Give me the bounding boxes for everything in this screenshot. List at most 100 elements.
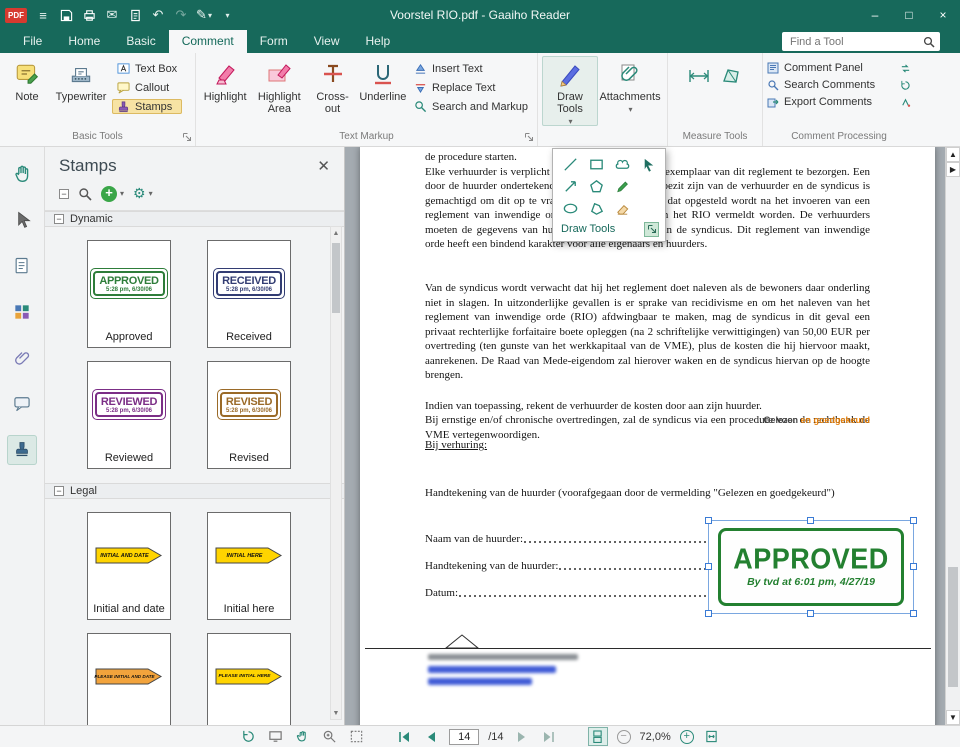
redo-icon[interactable]: ↷ xyxy=(171,5,191,25)
scroll-down-icon[interactable]: ▼ xyxy=(331,707,341,719)
next-page-button[interactable] xyxy=(513,728,531,746)
stamp-item-initial-and-date[interactable]: INITIAL AND DATE Initial and date xyxy=(87,512,171,620)
attachments-button[interactable]: Attachments ▾ xyxy=(598,56,662,114)
find-a-tool-input[interactable] xyxy=(790,35,919,48)
maximize-button[interactable]: □ xyxy=(892,0,926,30)
stamp-item-please-initial-and-date[interactable]: PLEASE INITIAL AND DATE xyxy=(87,633,171,725)
search-stamps-icon[interactable] xyxy=(78,187,92,201)
attach-file-icon[interactable] xyxy=(125,5,145,25)
comment-row-action-icon[interactable] xyxy=(900,80,911,91)
resize-handle-s[interactable] xyxy=(807,610,814,617)
tab-basic[interactable]: Basic xyxy=(113,30,168,53)
approved-stamp[interactable]: APPROVED By tvd at 6:01 pm, 4/27/19 xyxy=(718,528,904,606)
stamp-item-initial-here[interactable]: INITIAL HERE Initial here xyxy=(207,512,291,620)
search-and-markup-button[interactable]: Search and Markup xyxy=(409,99,533,114)
tab-home[interactable]: Home xyxy=(55,30,113,53)
close-panel-icon[interactable]: ✕ xyxy=(317,159,330,174)
expand-right-panel-button[interactable]: ▶ xyxy=(946,162,960,177)
cross-out-button[interactable]: Cross-out xyxy=(308,56,356,115)
resize-handle-n[interactable] xyxy=(807,517,814,524)
draw-tools-launcher-icon[interactable] xyxy=(644,221,659,237)
rotate-view-icon[interactable] xyxy=(239,728,257,746)
email-icon[interactable]: ✉ xyxy=(102,5,122,25)
typewriter-button[interactable]: Typewriter xyxy=(50,56,112,103)
page-number-input[interactable] xyxy=(449,728,480,745)
scrollbar-thumb[interactable] xyxy=(332,243,340,313)
comments-panel-button[interactable] xyxy=(7,389,37,419)
rectangle-tool-icon[interactable] xyxy=(583,153,609,175)
stamp-settings-button[interactable]: ⚙ ▾ xyxy=(133,185,153,202)
scrollbar-thumb[interactable] xyxy=(948,567,958,687)
zoom-level-label[interactable]: 72,0% xyxy=(640,731,671,743)
select-annotation-tool-icon[interactable] xyxy=(635,153,661,175)
note-button[interactable]: Note xyxy=(4,56,50,103)
stamps-panel-button[interactable] xyxy=(7,435,37,465)
tab-file[interactable]: File xyxy=(10,30,55,53)
collapse-all-icon[interactable]: − xyxy=(59,188,69,199)
stamps-button[interactable]: Stamps xyxy=(112,99,183,114)
zoom-out-button[interactable]: − xyxy=(616,729,631,744)
resize-handle-w[interactable] xyxy=(705,563,712,570)
tab-help[interactable]: Help xyxy=(353,30,404,53)
basic-tools-launcher-icon[interactable] xyxy=(182,132,192,142)
scroll-down-button[interactable]: ▼ xyxy=(946,710,960,725)
stamp-item-reviewed[interactable]: REVIEWED 5:28 pm, 6/30/06 Reviewed xyxy=(87,361,171,469)
section-header-legal[interactable]: − Legal xyxy=(45,483,344,499)
text-markup-launcher-icon[interactable] xyxy=(524,132,534,142)
full-screen-icon[interactable] xyxy=(266,728,284,746)
tab-form[interactable]: Form xyxy=(247,30,301,53)
polygon-tool-icon[interactable] xyxy=(583,175,609,197)
hand-tool-button[interactable] xyxy=(7,159,37,189)
collapse-section-icon[interactable]: − xyxy=(54,214,64,224)
pencil-tool-icon[interactable] xyxy=(609,175,635,197)
comment-panel-button[interactable]: Comment Panel xyxy=(767,62,911,74)
callout-button[interactable]: Callout xyxy=(112,80,182,95)
stamp-item-received[interactable]: RECEIVED 5:28 pm, 6/30/06 Received xyxy=(207,240,291,348)
export-comments-button[interactable]: Export Comments xyxy=(767,96,911,108)
print-icon[interactable] xyxy=(79,5,99,25)
search-icon[interactable] xyxy=(923,36,935,48)
first-page-button[interactable] xyxy=(395,728,413,746)
draw-tools-button[interactable]: Draw Tools ▾ xyxy=(542,56,598,126)
stamp-item-revised[interactable]: REVISED 5:28 pm, 6/30/06 Revised xyxy=(207,361,291,469)
arrow-tool-icon[interactable] xyxy=(557,175,583,197)
highlight-area-button[interactable]: Highlight Area xyxy=(250,56,308,115)
document-scrollbar[interactable]: ▲ ▶ ▼ xyxy=(945,147,960,725)
measure-area-icon[interactable] xyxy=(720,67,742,85)
add-stamp-button[interactable]: + ▾ xyxy=(101,185,124,202)
section-header-dynamic[interactable]: − Dynamic xyxy=(45,211,344,227)
zoom-select-icon[interactable] xyxy=(320,728,338,746)
comment-row-action-icon[interactable] xyxy=(900,63,911,74)
previous-page-button[interactable] xyxy=(422,728,440,746)
search-comments-button[interactable]: Search Comments xyxy=(767,79,911,91)
pan-tool-icon[interactable] xyxy=(293,728,311,746)
insert-text-button[interactable]: Insert Text xyxy=(409,61,533,76)
customize-toolbar-icon[interactable]: ▾ xyxy=(217,5,237,25)
attachments-panel-button[interactable] xyxy=(7,343,37,373)
tab-view[interactable]: View xyxy=(301,30,353,53)
last-page-button[interactable] xyxy=(540,728,558,746)
resize-handle-e[interactable] xyxy=(910,563,917,570)
undo-icon[interactable]: ↶ xyxy=(148,5,168,25)
resize-handle-nw[interactable] xyxy=(705,517,712,524)
fit-width-button[interactable] xyxy=(703,728,721,746)
bookmarks-panel-button[interactable] xyxy=(7,251,37,281)
select-tool-button[interactable] xyxy=(7,205,37,235)
tab-comment[interactable]: Comment xyxy=(168,30,247,53)
thumbnails-panel-button[interactable] xyxy=(7,297,37,327)
comment-row-action-icon[interactable] xyxy=(900,97,911,108)
cloud-tool-icon[interactable] xyxy=(609,153,635,175)
scroll-up-icon[interactable]: ▲ xyxy=(331,227,341,239)
stamp-item-approved[interactable]: APPROVED 5:28 pm, 6/30/06 Approved xyxy=(87,240,171,348)
minimize-button[interactable]: – xyxy=(858,0,892,30)
find-a-tool-box[interactable] xyxy=(782,32,940,51)
approved-stamp-annotation[interactable]: APPROVED By tvd at 6:01 pm, 4/27/19 xyxy=(705,517,917,617)
oval-tool-icon[interactable] xyxy=(557,197,583,219)
text-box-button[interactable]: Text Box xyxy=(112,61,182,76)
eraser-tool-icon[interactable] xyxy=(609,197,635,219)
close-button[interactable]: × xyxy=(926,0,960,30)
collapse-section-icon[interactable]: − xyxy=(54,486,64,496)
stamp-item-please-initial-here[interactable]: PLEASE INITIAL HERE xyxy=(207,633,291,725)
save-icon[interactable] xyxy=(56,5,76,25)
continuous-view-button[interactable] xyxy=(587,727,608,746)
